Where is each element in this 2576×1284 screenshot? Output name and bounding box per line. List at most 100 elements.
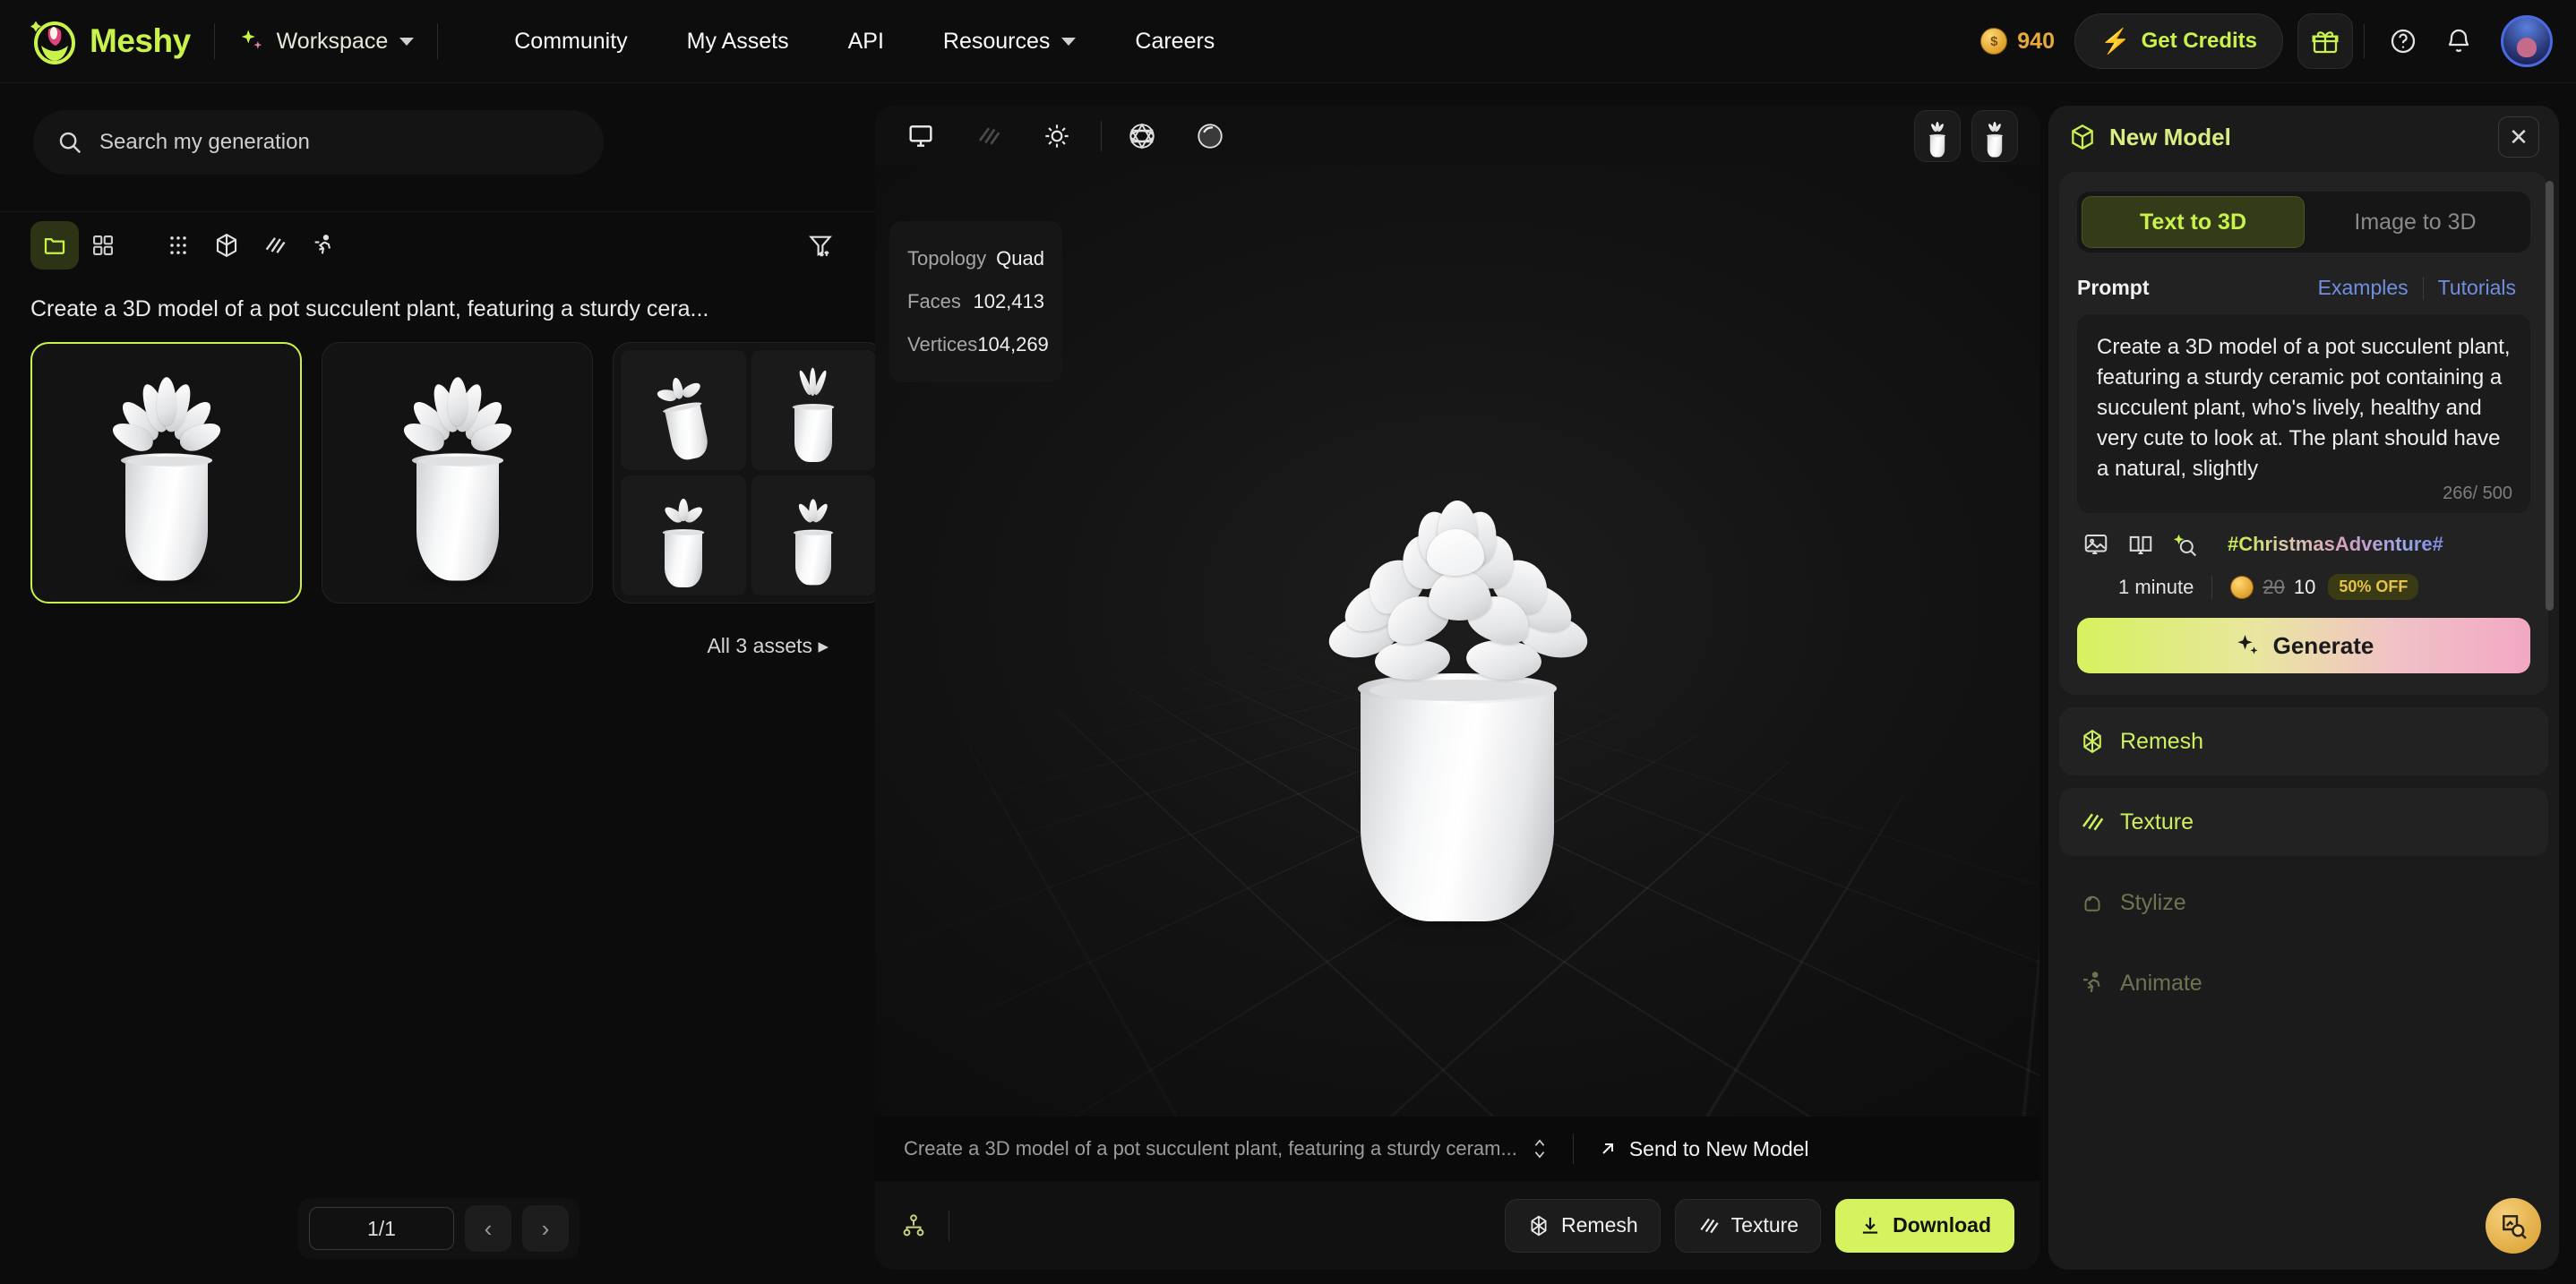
3d-model-succulent-plant[interactable] — [1269, 436, 1645, 937]
all-assets-link[interactable]: All 3 assets ▸ — [0, 634, 875, 658]
panel-item-animate[interactable]: Animate — [2059, 949, 2548, 1017]
prev-page-button[interactable]: ‹ — [465, 1205, 511, 1252]
sidebar-tool-folder[interactable] — [30, 220, 79, 270]
book-reference-icon[interactable] — [2127, 531, 2154, 558]
filter-sort-button[interactable] — [796, 221, 845, 270]
sidebar-tool-animate[interactable] — [299, 221, 348, 270]
asset-card-3[interactable] — [613, 342, 884, 603]
send-to-new-model-label: Send to New Model — [1628, 1136, 1809, 1160]
viewport-wireframe-button[interactable] — [1118, 112, 1166, 160]
search-icon — [56, 129, 83, 156]
tab-label: Image to 3D — [2354, 209, 2477, 235]
search-input[interactable]: Search my generation — [33, 110, 604, 175]
send-to-new-model-button[interactable]: Send to New Model — [1597, 1137, 1809, 1161]
viewport-texture-button[interactable] — [965, 112, 1013, 160]
prompt-header-row: Prompt Examples Tutorials — [2077, 276, 2530, 300]
lighting-sun-icon — [1043, 122, 1071, 150]
image-search-fab[interactable] — [2486, 1198, 2541, 1254]
generation-form-card: Text to 3D Image to 3D Prompt Examples T… — [2059, 172, 2548, 695]
notifications-button[interactable] — [2431, 13, 2486, 69]
prompt-links: Examples Tutorials — [2304, 276, 2530, 300]
model-thumbnail-2[interactable] — [1971, 109, 2018, 162]
cost-divider — [2211, 575, 2213, 599]
credits-value: 940 — [2017, 28, 2055, 54]
remesh-icon — [2079, 728, 2106, 755]
nav-link-api[interactable]: API — [819, 29, 914, 55]
sidebar-tool-dots-grid[interactable] — [154, 221, 202, 270]
sidebar-tool-texture[interactable] — [251, 221, 299, 270]
download-button[interactable]: Download — [1835, 1198, 2014, 1253]
viewport-shaded-button[interactable] — [1186, 112, 1234, 160]
sidebar-tool-cube[interactable] — [202, 221, 251, 270]
workspace-selector[interactable]: Workspace — [238, 28, 415, 55]
stat-value: 102,413 — [973, 290, 1044, 312]
generation-cost-row: 1 minute 20 10 50% OFF — [2077, 574, 2530, 600]
hierarchy-button[interactable] — [900, 1210, 949, 1241]
get-credits-button[interactable]: ⚡ Get Credits — [2074, 13, 2283, 69]
next-page-button[interactable]: › — [522, 1205, 569, 1252]
close-panel-button[interactable]: ✕ — [2498, 116, 2539, 158]
viewport-thumbnails — [1914, 109, 2018, 162]
nav-link-label: Resources — [942, 28, 1051, 54]
chevron-up-down-icon[interactable] — [1530, 1134, 1550, 1164]
asset-card-2[interactable] — [322, 342, 593, 603]
gift-icon — [2311, 27, 2340, 56]
panel-item-label: Animate — [2120, 970, 2202, 996]
nav-link-community[interactable]: Community — [485, 29, 657, 55]
asset-card-1[interactable] — [30, 342, 302, 603]
tab-text-to-3d[interactable]: Text to 3D — [2082, 196, 2305, 248]
remesh-label: Remesh — [1561, 1213, 1638, 1237]
bolt-icon: ⚡ — [2100, 27, 2131, 55]
viewport-lighting-button[interactable] — [1033, 112, 1081, 160]
remesh-icon — [1527, 1214, 1550, 1237]
nav-right-cluster: $ 940 ⚡ Get Credits — [1980, 13, 2576, 69]
brand-logo-link[interactable]: Meshy — [0, 15, 191, 67]
nav-link-my-assets[interactable]: My Assets — [657, 29, 819, 55]
viewport-toolbar — [875, 106, 2039, 166]
new-model-panel-header: New Model ✕ — [2048, 106, 2559, 168]
tab-label: Text to 3D — [2140, 209, 2246, 235]
generation-group-title: Create a 3D model of a pot succulent pla… — [30, 296, 709, 321]
model-pot — [1358, 672, 1557, 921]
dots-grid-icon — [166, 233, 191, 258]
sidebar-tool-grid-squares[interactable] — [79, 221, 127, 270]
stat-key: Topology — [907, 247, 987, 270]
nav-link-label: Community — [514, 28, 628, 54]
brand-name: Meshy — [90, 22, 191, 59]
ai-enhance-search-icon[interactable] — [2172, 531, 2199, 558]
nav-link-careers[interactable]: Careers — [1105, 29, 1244, 55]
nav-divider-3 — [2364, 24, 2365, 58]
avatar[interactable] — [2501, 15, 2553, 67]
generate-button[interactable]: Generate — [2077, 618, 2530, 673]
viewport-stage[interactable]: Topology Quad Faces 102,413 Vertices 104… — [875, 166, 2039, 1207]
stat-key: Vertices — [907, 333, 978, 355]
page-input[interactable]: 1/1 — [309, 1207, 454, 1250]
texture-button[interactable]: Texture — [1674, 1198, 1822, 1253]
image-reference-icon[interactable] — [2082, 531, 2109, 558]
hashtag-campaign[interactable]: #ChristmasAdventure# — [2228, 533, 2443, 556]
help-button[interactable] — [2375, 13, 2431, 69]
nav-link-resources[interactable]: Resources — [914, 29, 1106, 55]
panel-item-texture[interactable]: Texture — [2059, 788, 2548, 856]
app-root: Meshy Workspace Community My Assets API — [0, 0, 2576, 1284]
tutorials-link[interactable]: Tutorials — [2424, 276, 2530, 300]
nav-link-label: My Assets — [686, 28, 789, 54]
remesh-button[interactable]: Remesh — [1505, 1198, 1661, 1253]
thumb-pot-inner — [125, 456, 207, 467]
mini-preview-3 — [621, 475, 746, 595]
examples-link[interactable]: Examples — [2304, 276, 2423, 300]
panel-item-stylize[interactable]: Stylize — [2059, 869, 2548, 937]
viewport-monitor-button[interactable] — [897, 112, 945, 160]
panel-item-remesh[interactable]: Remesh — [2059, 707, 2548, 775]
shaded-sphere-icon — [1195, 121, 1225, 151]
model-viewport[interactable]: Topology Quad Faces 102,413 Vertices 104… — [875, 106, 2039, 1270]
prompt-textarea[interactable]: Create a 3D model of a pot succulent pla… — [2077, 314, 2530, 513]
gift-button[interactable] — [2297, 13, 2353, 69]
model-thumbnail-1[interactable] — [1914, 109, 1961, 162]
chevron-down-icon — [1061, 37, 1077, 46]
tab-image-to-3d[interactable]: Image to 3D — [2305, 196, 2526, 248]
panel-scrollbar[interactable] — [2546, 181, 2554, 611]
credits-display[interactable]: $ 940 — [1980, 28, 2055, 55]
stat-row-faces: Faces 102,413 — [907, 280, 1044, 323]
mini-preview-4 — [751, 475, 876, 595]
